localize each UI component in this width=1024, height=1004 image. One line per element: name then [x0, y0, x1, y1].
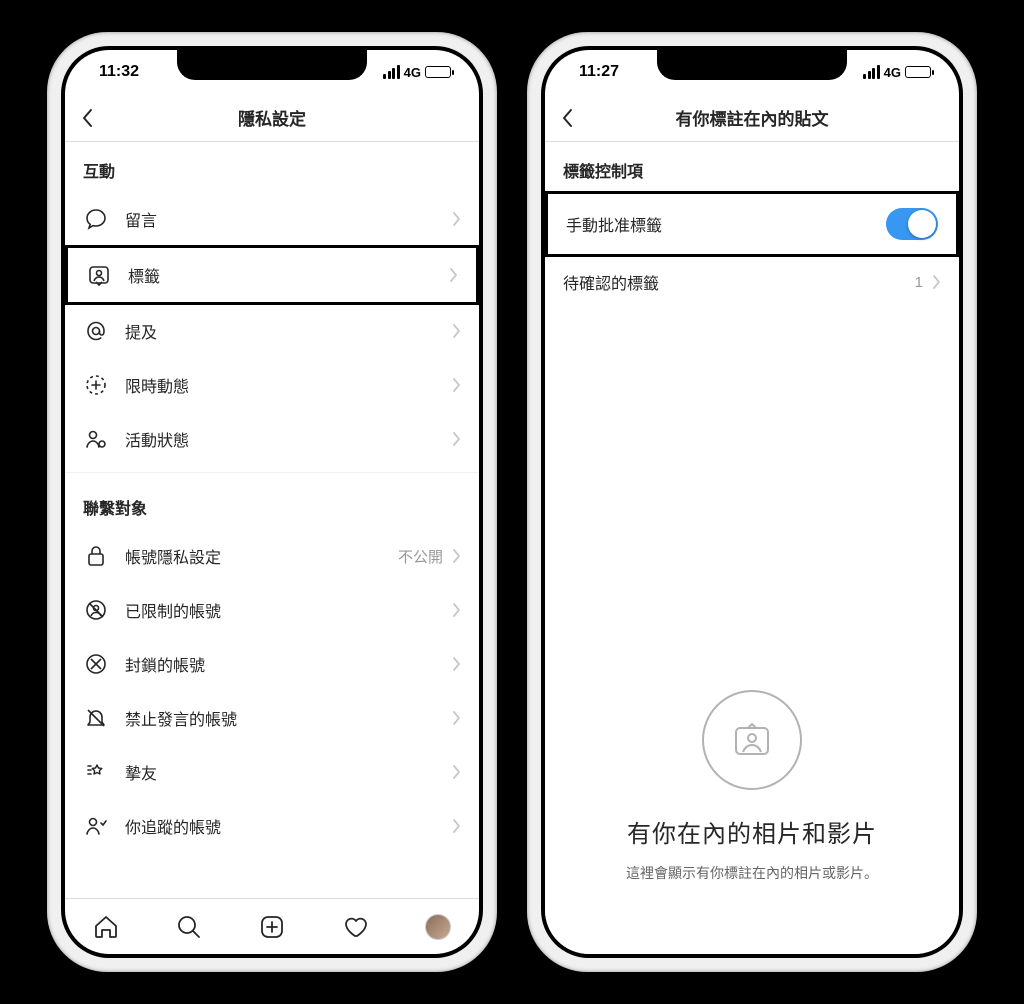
settings-content: 互動 留言 標籤: [65, 142, 479, 898]
status-time: 11:32: [99, 63, 139, 81]
signal-icon: [383, 65, 400, 79]
home-icon: [93, 914, 119, 940]
story-add-icon: [83, 372, 109, 398]
section-tag-controls: 標籤控制項: [545, 142, 959, 192]
tags-content: 標籤控制項 手動批准標籤 待確認的標籤 1 有你在內的相片和影片 這裡會顯示有你…: [545, 142, 959, 954]
row-label: 已限制的帳號: [125, 598, 453, 622]
back-button[interactable]: [65, 108, 109, 128]
pending-count: 1: [915, 274, 923, 291]
row-blocked[interactable]: 封鎖的帳號: [65, 637, 479, 691]
row-account-privacy[interactable]: 帳號隱私設定 不公開: [65, 529, 479, 583]
tab-search[interactable]: [167, 905, 211, 949]
empty-title: 有你在內的相片和影片: [627, 814, 877, 849]
divider: [65, 472, 479, 473]
chevron-right-icon: [453, 819, 461, 833]
chevron-left-icon: [561, 108, 573, 128]
row-label: 帳號隱私設定: [125, 544, 398, 568]
network-label: 4G: [404, 65, 421, 80]
notch: [657, 50, 847, 80]
chevron-right-icon: [453, 549, 461, 563]
avatar-icon: [425, 914, 451, 940]
search-icon: [176, 914, 202, 940]
heart-icon: [342, 914, 368, 940]
restricted-icon: [83, 597, 109, 623]
status-time: 11:27: [579, 63, 619, 81]
row-label: 手動批准標籤: [566, 212, 886, 236]
row-label: 禁止發言的帳號: [125, 706, 453, 730]
chevron-right-icon: [933, 275, 941, 289]
chevron-right-icon: [453, 212, 461, 226]
row-label: 留言: [125, 207, 453, 231]
chevron-right-icon: [453, 657, 461, 671]
back-button[interactable]: [545, 108, 589, 128]
row-pending-tags[interactable]: 待確認的標籤 1: [545, 256, 959, 308]
row-activity[interactable]: 活動狀態: [65, 412, 479, 466]
row-label: 封鎖的帳號: [125, 652, 453, 676]
row-label: 你追蹤的帳號: [125, 814, 453, 838]
chevron-right-icon: [453, 432, 461, 446]
tab-home[interactable]: [84, 905, 128, 949]
plus-square-icon: [259, 914, 285, 940]
chevron-right-icon: [453, 378, 461, 392]
row-label: 待確認的標籤: [563, 270, 915, 294]
battery-icon: [425, 66, 451, 78]
section-connections: 聯繫對象: [65, 479, 479, 529]
empty-tag-icon: [702, 690, 802, 790]
chevron-right-icon: [450, 268, 458, 282]
nav-header: 有你標註在內的貼文: [545, 94, 959, 142]
mute-bell-icon: [83, 705, 109, 731]
chevron-right-icon: [453, 765, 461, 779]
tab-activity[interactable]: [333, 905, 377, 949]
close-friends-icon: [83, 759, 109, 785]
row-label: 限時動態: [125, 373, 453, 397]
at-icon: [83, 318, 109, 344]
phone-right: 11:27 4G 有你標註在內的貼文 標籤控制項 手動批准標籤: [527, 32, 977, 972]
comment-icon: [83, 206, 109, 232]
row-value: 不公開: [398, 546, 443, 567]
row-label: 活動狀態: [125, 427, 453, 451]
activity-status-icon: [83, 426, 109, 452]
tag-person-icon: [86, 262, 112, 288]
notch: [177, 50, 367, 80]
empty-state: 有你在內的相片和影片 這裡會顯示有你標註在內的相片或影片。: [545, 690, 959, 884]
page-title: 隱私設定: [65, 105, 479, 130]
signal-icon: [863, 65, 880, 79]
row-restricted[interactable]: 已限制的帳號: [65, 583, 479, 637]
chevron-right-icon: [453, 324, 461, 338]
row-mentions[interactable]: 提及: [65, 304, 479, 358]
row-story[interactable]: 限時動態: [65, 358, 479, 412]
tab-bar: [65, 898, 479, 954]
lock-icon: [83, 543, 109, 569]
nav-header: 隱私設定: [65, 94, 479, 142]
blocked-icon: [83, 651, 109, 677]
empty-subtitle: 這裡會顯示有你標註在內的相片或影片。: [626, 863, 878, 884]
tab-profile[interactable]: [416, 905, 460, 949]
row-label: 摯友: [125, 760, 453, 784]
chevron-right-icon: [453, 711, 461, 725]
row-muted[interactable]: 禁止發言的帳號: [65, 691, 479, 745]
tab-new-post[interactable]: [250, 905, 294, 949]
page-title: 有你標註在內的貼文: [545, 105, 959, 130]
chevron-right-icon: [453, 603, 461, 617]
following-icon: [83, 813, 109, 839]
row-comments[interactable]: 留言: [65, 192, 479, 246]
section-interactions: 互動: [65, 142, 479, 192]
row-label: 提及: [125, 319, 453, 343]
row-close-friends[interactable]: 摯友: [65, 745, 479, 799]
row-tags[interactable]: 標籤: [65, 245, 479, 305]
row-following[interactable]: 你追蹤的帳號: [65, 799, 479, 853]
chevron-left-icon: [81, 108, 93, 128]
row-manual-approve: 手動批准標籤: [545, 191, 959, 257]
network-label: 4G: [884, 65, 901, 80]
phone-left: 11:32 4G 隱私設定 互動 留言: [47, 32, 497, 972]
manual-approve-toggle[interactable]: [886, 208, 938, 240]
row-label: 標籤: [128, 263, 450, 287]
battery-icon: [905, 66, 931, 78]
